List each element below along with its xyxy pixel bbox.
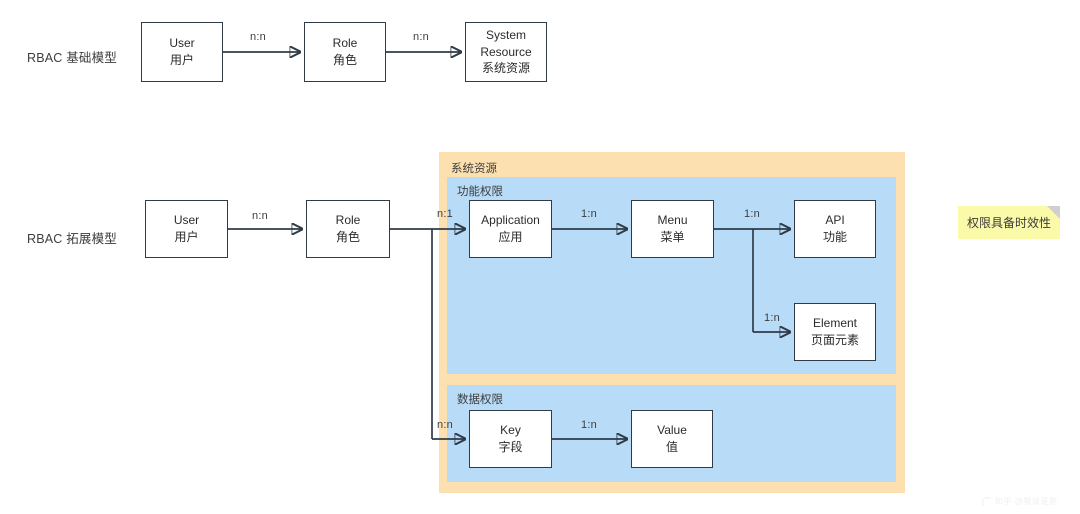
sticky-note-fold-icon <box>1047 206 1060 219</box>
node-system-resource[interactable]: System Resource 系统资源 <box>465 22 547 82</box>
node-user-basic-zh: 用户 <box>169 53 194 67</box>
edge-label-role-sysres-basic: n:n <box>413 31 429 43</box>
node-value-zh: 值 <box>665 440 678 454</box>
node-api-zh: 功能 <box>822 230 847 244</box>
node-key[interactable]: Key 字段 <box>469 410 552 468</box>
node-menu-en: Menu <box>657 213 688 228</box>
node-element-zh: 页面元素 <box>810 333 859 347</box>
edge-label-application-menu: 1:n <box>581 208 597 220</box>
node-role-basic-zh: 角色 <box>332 53 357 67</box>
node-user-extended-en: User <box>173 213 200 228</box>
node-application-zh: 应用 <box>498 230 523 244</box>
node-key-zh: 字段 <box>498 440 523 454</box>
node-role-basic[interactable]: Role 角色 <box>304 22 386 82</box>
node-menu[interactable]: Menu 菜单 <box>631 200 714 258</box>
panel-title-data-permission: 数据权限 <box>457 394 503 406</box>
node-system-resource-en: System <box>485 28 526 43</box>
panel-title-function-permission: 功能权限 <box>457 186 503 198</box>
edge-label-user-role-basic: n:n <box>250 31 266 43</box>
panel-title-system-resource: 系统资源 <box>451 163 497 175</box>
node-user-basic[interactable]: User 用户 <box>141 22 223 82</box>
node-element[interactable]: Element 页面元素 <box>794 303 876 361</box>
edge-label-role-key: n:n <box>437 419 453 431</box>
edge-label-role-application: n:1 <box>437 208 453 220</box>
watermark-logo-icon <box>982 496 992 507</box>
node-role-basic-en: Role <box>332 36 358 51</box>
row-label-extended-model: RBAC 拓展模型 <box>27 232 118 246</box>
node-application[interactable]: Application 应用 <box>469 200 552 258</box>
watermark-text: 知乎 @我就是我 <box>995 497 1058 506</box>
node-user-extended[interactable]: User 用户 <box>145 200 228 258</box>
node-value[interactable]: Value 值 <box>631 410 713 468</box>
node-key-en: Key <box>500 423 521 438</box>
node-application-en: Application <box>481 213 540 228</box>
node-value-en: Value <box>657 423 687 438</box>
node-role-extended-zh: 角色 <box>335 230 360 244</box>
edge-label-menu-element: 1:n <box>764 312 780 324</box>
node-role-extended[interactable]: Role 角色 <box>306 200 390 258</box>
edge-label-menu-api: 1:n <box>744 208 760 220</box>
node-menu-zh: 菜单 <box>660 230 685 244</box>
node-api-en: API <box>825 213 845 228</box>
node-user-extended-zh: 用户 <box>174 230 199 244</box>
sticky-note-permission-validity[interactable]: 权限具备时效性 <box>958 206 1060 239</box>
node-api[interactable]: API 功能 <box>794 200 876 258</box>
watermark: 知乎 @我就是我 <box>982 496 1057 507</box>
edge-label-key-value: 1:n <box>581 419 597 431</box>
edge-label-user-role-extended: n:n <box>252 210 268 222</box>
diagram-canvas: RBAC 基础模型 User 用户 Role 角色 System Resourc… <box>0 0 1080 514</box>
node-system-resource-en2: Resource <box>480 44 532 59</box>
sticky-note-text: 权限具备时效性 <box>966 216 1051 230</box>
node-role-extended-en: Role <box>335 213 361 228</box>
node-element-en: Element <box>812 316 858 331</box>
node-user-basic-en: User <box>169 36 195 51</box>
node-system-resource-zh: 系统资源 <box>481 61 530 76</box>
row-label-basic-model: RBAC 基础模型 <box>27 51 118 65</box>
